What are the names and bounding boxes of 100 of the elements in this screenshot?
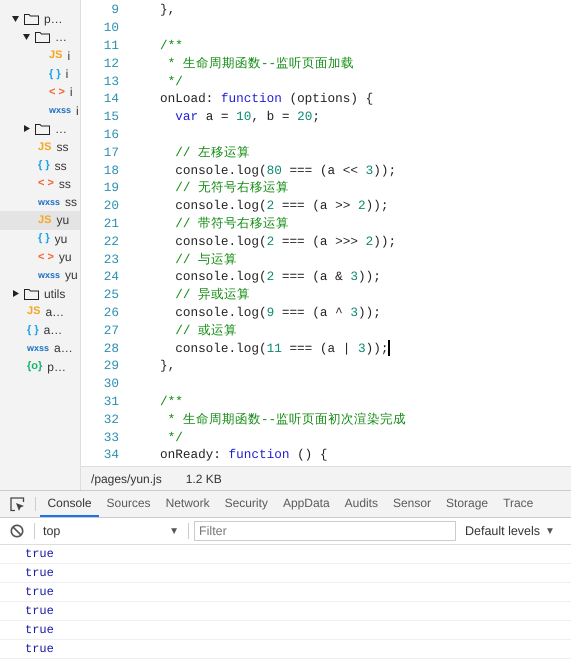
code-line: console.log(2 === (a >>> 2)); — [174, 232, 396, 251]
folder-icon — [24, 288, 39, 300]
line-number: 31 — [102, 392, 119, 411]
line-number: 9 — [110, 1, 119, 20]
file-name: i — [76, 102, 79, 120]
code-line: // 左移运算 — [174, 144, 250, 162]
inspect-element-icon[interactable] — [10, 496, 25, 512]
devtools-tab[interactable]: Audits — [337, 491, 386, 517]
file-type-label: { } — [38, 233, 50, 244]
folder-icon — [24, 13, 39, 26]
file-item[interactable]: wxss a… — [0, 339, 80, 358]
collapsed-arrow-icon[interactable] — [23, 125, 30, 132]
console-message: true — [25, 641, 54, 658]
line-number: 32 — [102, 410, 119, 429]
file-item[interactable]: wxss i — [0, 101, 80, 120]
file-item[interactable]: wxss yu — [0, 266, 80, 284]
file-size: 1.2 KB — [186, 470, 222, 488]
file-type-label: JS — [27, 306, 40, 318]
code-line: // 无符号右移运算 — [174, 179, 290, 198]
code-line: // 与运算 — [174, 250, 238, 269]
file-name: … — [55, 29, 67, 46]
file-type-label: wxss — [27, 344, 50, 353]
code-line: console.log(2 === (a & 3)); — [174, 268, 381, 286]
file-type-label: < > — [38, 178, 54, 190]
file-item[interactable]: { } i — [0, 64, 80, 84]
expanded-arrow-icon[interactable] — [12, 16, 19, 23]
code-line: onReady: function () { — [160, 446, 328, 464]
folder-item[interactable]: utils — [0, 284, 80, 303]
console-message: true — [25, 622, 54, 639]
file-name: … — [55, 120, 67, 138]
devtools-tab[interactable]: Sensor — [386, 491, 439, 517]
file-item[interactable]: { } yu — [0, 230, 80, 248]
file-type-label: wxss — [49, 106, 72, 116]
line-number: 34 — [102, 446, 119, 464]
code-line: console.log(11 === (a | 3)); — [174, 340, 388, 358]
collapsed-arrow-icon[interactable] — [12, 290, 19, 298]
folder-item[interactable]: … — [0, 120, 80, 138]
line-number: 18 — [102, 162, 119, 180]
line-number: 25 — [102, 286, 119, 304]
file-item[interactable]: JS ss — [0, 138, 80, 156]
expanded-arrow-icon[interactable] — [23, 34, 30, 41]
file-item[interactable]: JS i — [0, 46, 80, 65]
file-item[interactable]: { } ss — [0, 156, 80, 175]
line-number: 17 — [102, 144, 119, 162]
devtools-tab[interactable]: Security — [217, 491, 276, 517]
file-name: a… — [44, 322, 62, 340]
file-type-label: JS — [38, 142, 52, 153]
devtools-tab[interactable]: Trace — [496, 491, 541, 517]
line-number: 26 — [102, 304, 119, 322]
filter-field[interactable]: Filter — [194, 521, 456, 541]
devtools-tab[interactable]: Sources — [99, 491, 158, 517]
file-type-label: { } — [49, 68, 61, 80]
code-line: */ — [166, 428, 183, 446]
line-number: 33 — [102, 428, 119, 446]
file-name: i — [70, 84, 73, 102]
context-select[interactable]: top ▼ — [35, 522, 183, 540]
file-name: ss — [58, 176, 71, 193]
file-item[interactable]: < > i — [0, 83, 80, 102]
file-item[interactable]: wxss ss — [0, 192, 80, 212]
file-type-label: JS — [38, 214, 52, 226]
file-item[interactable]: {o} p… — [0, 358, 80, 376]
log-levels-dropdown[interactable]: Default levels ▼ — [456, 522, 555, 540]
file-name: ss — [54, 158, 67, 175]
file-name: a… — [54, 340, 73, 358]
code-line: * 生命周期函数--监听页面初次渲染完成 — [166, 410, 406, 429]
clear-console-icon[interactable] — [10, 524, 24, 538]
file-type-label: JS — [49, 50, 62, 62]
file-name: p… — [44, 11, 63, 28]
console-message: true — [25, 584, 54, 601]
folder-item[interactable]: … — [0, 28, 80, 47]
file-item[interactable]: JS yu — [0, 211, 80, 230]
folder-icon — [35, 122, 50, 135]
devtools-tab[interactable]: Network — [158, 491, 218, 517]
devtools-tab[interactable]: AppData — [275, 491, 338, 517]
console-message: true — [25, 546, 54, 563]
file-item[interactable]: < > yu — [0, 248, 80, 266]
line-number: 23 — [102, 250, 119, 269]
code-line: /** — [160, 36, 183, 55]
line-number: 11 — [102, 36, 119, 55]
file-item[interactable]: JS a… — [0, 302, 80, 322]
code-line: // 或运算 — [174, 322, 238, 340]
file-name: a… — [45, 304, 64, 321]
file-name: yu — [58, 249, 72, 266]
line-number: 20 — [102, 197, 119, 216]
file-item[interactable]: < > ss — [0, 174, 80, 193]
file-item[interactable]: { } a… — [0, 321, 80, 340]
code-line: * 生命周期函数--监听页面加载 — [166, 54, 354, 73]
file-name: i — [67, 48, 70, 65]
console-message: true — [25, 603, 54, 620]
file-type-label: < > — [49, 86, 65, 98]
devtools-tab[interactable]: Storage — [438, 491, 496, 517]
file-type-label: < > — [38, 252, 54, 262]
line-number: 28 — [102, 340, 119, 358]
line-number: 19 — [102, 179, 119, 198]
folder-item[interactable]: p… — [0, 10, 80, 28]
code-line: }, — [160, 357, 176, 376]
code-line: console.log(9 === (a ^ 3)); — [174, 304, 381, 322]
line-number: 14 — [102, 90, 119, 108]
line-number: 16 — [102, 126, 119, 144]
code-line: /** — [160, 392, 183, 411]
